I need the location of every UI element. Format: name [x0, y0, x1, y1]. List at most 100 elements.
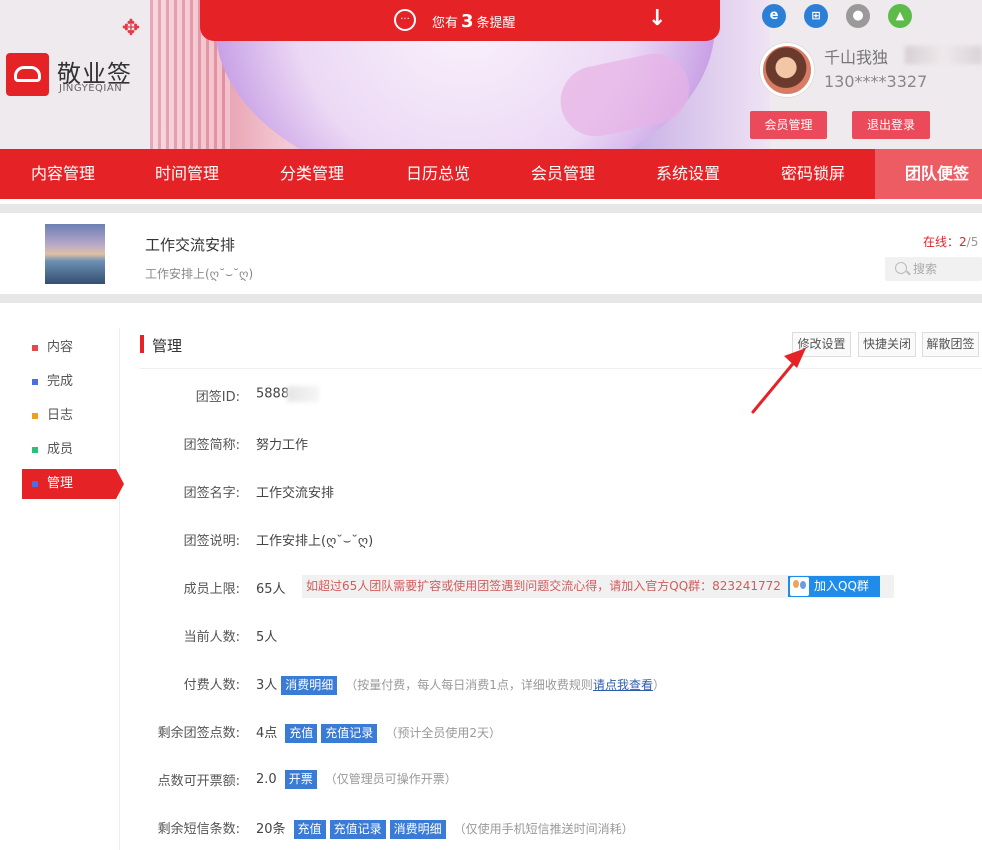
user-name-blur	[905, 46, 982, 64]
main-nav: 内容管理 时间管理 分类管理 日历总览 会员管理 系统设置 密码锁屏 团队便签	[0, 149, 982, 199]
reminder-banner[interactable]: ··· 您有 3 条提醒 ↓	[200, 0, 720, 41]
android-icon[interactable]: ▲	[888, 4, 912, 28]
nav-settings[interactable]: 系统设置	[656, 149, 720, 199]
dissolve-team-button[interactable]: 解散团签	[922, 332, 979, 357]
consumption-detail-button[interactable]: 消费明细	[281, 676, 338, 695]
dot-icon	[32, 345, 38, 351]
dot-icon	[32, 379, 38, 385]
sidebar-item-log[interactable]: 日志	[22, 401, 116, 431]
arrow-down-icon[interactable]: ↓	[648, 6, 666, 31]
dot-icon	[32, 481, 38, 487]
sms-value: 20条	[256, 822, 286, 837]
brand-name-en: JINGYEQIAN	[59, 83, 123, 94]
online-status: 在线：2/5	[923, 235, 979, 249]
team-subtitle: 工作安排上(ღ˘⌣˘ღ)	[145, 267, 254, 281]
divider	[0, 294, 982, 303]
logout-button[interactable]: 退出登录	[852, 111, 930, 139]
nav-category[interactable]: 分类管理	[280, 149, 344, 199]
points-row: 4点 充值 充值记录 （预计全员使用2天）	[256, 722, 501, 743]
sidebar-divider	[119, 328, 120, 850]
team-title: 工作交流安排	[145, 236, 236, 254]
search-icon	[895, 262, 907, 274]
sidebar-item-done[interactable]: 完成	[22, 367, 116, 397]
sms-label: 剩余短信条数:	[157, 822, 240, 837]
header: ✥ 敬业签 JINGYEQIAN ··· 您有 3 条提醒 ↓ e ⊞ ● ▲ 千山…	[0, 0, 982, 149]
join-qq-group-button[interactable]: 加入QQ群	[788, 576, 880, 597]
short-name-label: 团签简称:	[183, 438, 240, 453]
avatar[interactable]	[760, 43, 814, 97]
nav-member[interactable]: 会员管理	[531, 149, 595, 199]
current-count-value: 5人	[256, 630, 278, 645]
points-note: （预计全员使用2天）	[385, 726, 501, 740]
billing-note-end: ）	[652, 678, 665, 692]
team-id-value: 5888	[256, 386, 320, 402]
team-id-text: 5888	[256, 386, 290, 402]
sidebar-item-label: 内容	[47, 340, 74, 355]
sms-row: 20条 充值 充值记录 消费明细 （仅使用手机短信推送时间消耗）	[256, 818, 634, 839]
sidebar-item-label: 成员	[47, 442, 74, 457]
team-name-value: 工作交流安排	[256, 486, 335, 501]
section-title: 管理	[152, 337, 183, 355]
paid-count-label: 付费人数:	[183, 678, 240, 693]
billing-rules-link[interactable]: 请点我查看	[593, 678, 653, 692]
team-name-label: 团签名字:	[183, 486, 240, 501]
billing-note: （按量付费，每人每日消费1点，详细收费规则请点我查看）	[345, 678, 665, 692]
invoice-button[interactable]: 开票	[284, 770, 317, 789]
reminder-prefix: 您有	[432, 16, 459, 31]
section-accent	[140, 335, 144, 353]
apple-icon[interactable]: ●	[846, 4, 870, 28]
member-management-button[interactable]: 会员管理	[750, 111, 827, 139]
edit-settings-button[interactable]: 修改设置	[792, 332, 851, 357]
member-limit-label: 成员上限:	[183, 582, 240, 597]
sms-recharge-history-button[interactable]: 充值记录	[329, 820, 386, 839]
reminder-count: 3	[461, 11, 474, 32]
nav-lockscreen[interactable]: 密码锁屏	[781, 149, 845, 199]
chat-bubble-icon: ···	[394, 9, 416, 31]
dot-icon	[32, 447, 38, 453]
ie-icon[interactable]: e	[762, 4, 786, 28]
user-name: 千山我独	[824, 48, 889, 67]
sidebar-item-manage[interactable]: 管理	[22, 469, 124, 499]
sidebar-item-content[interactable]: 内容	[22, 333, 116, 363]
nav-team-notes[interactable]: 团队便签	[875, 149, 982, 199]
points-label: 剩余团签点数:	[157, 726, 240, 741]
invoice-label: 点数可开票额:	[157, 774, 240, 789]
recharge-history-button[interactable]: 充值记录	[321, 724, 378, 743]
invoice-note: （仅管理员可操作开票）	[324, 772, 457, 786]
quick-close-button[interactable]: 快捷关闭	[858, 332, 916, 357]
nav-content[interactable]: 内容管理	[31, 149, 95, 199]
nav-time[interactable]: 时间管理	[155, 149, 219, 199]
recharge-button[interactable]: 充值	[285, 724, 318, 743]
logo-icon[interactable]	[6, 53, 49, 96]
short-name-value: 努力工作	[256, 438, 309, 453]
section-divider	[140, 368, 982, 369]
chinese-knot-icon: ✥	[121, 16, 141, 41]
windows-icon[interactable]: ⊞	[804, 4, 828, 28]
sms-consumption-button[interactable]: 消费明细	[389, 820, 446, 839]
sidebar-item-label: 完成	[47, 374, 74, 389]
reminder-text: 您有 3 条提醒	[432, 11, 516, 32]
team-id-label: 团签ID:	[195, 390, 240, 405]
sms-recharge-button[interactable]: 充值	[293, 820, 326, 839]
nav-calendar[interactable]: 日历总览	[406, 149, 470, 199]
user-phone: 130****3327	[824, 72, 928, 91]
online-total: 5	[970, 235, 979, 249]
team-desc-value: 工作安排上(ღ˘⌣˘ღ)	[256, 534, 374, 549]
billing-note-text: （按量付费，每人每日消费1点，详细收费规则	[345, 678, 593, 692]
reminder-suffix: 条提醒	[476, 16, 516, 31]
team-desc-label: 团签说明:	[183, 534, 240, 549]
search-input[interactable]: 搜索	[885, 257, 982, 281]
points-value: 4点	[256, 726, 278, 741]
dot-icon	[32, 413, 38, 419]
id-blur	[287, 386, 320, 402]
online-label: 在线：	[923, 235, 960, 249]
paid-count-value: 3人	[256, 678, 278, 693]
qq-icon	[790, 577, 809, 596]
team-thumbnail[interactable]	[45, 224, 105, 284]
sidebar-item-label: 日志	[47, 408, 74, 423]
invoice-row: 2.0 开票 （仅管理员可操作开票）	[256, 770, 457, 789]
divider	[0, 204, 982, 213]
paid-count-row: 3人 消费明细 （按量付费，每人每日消费1点，详细收费规则请点我查看）	[256, 674, 665, 695]
sidebar-item-members[interactable]: 成员	[22, 435, 116, 465]
search-placeholder: 搜索	[913, 262, 938, 276]
